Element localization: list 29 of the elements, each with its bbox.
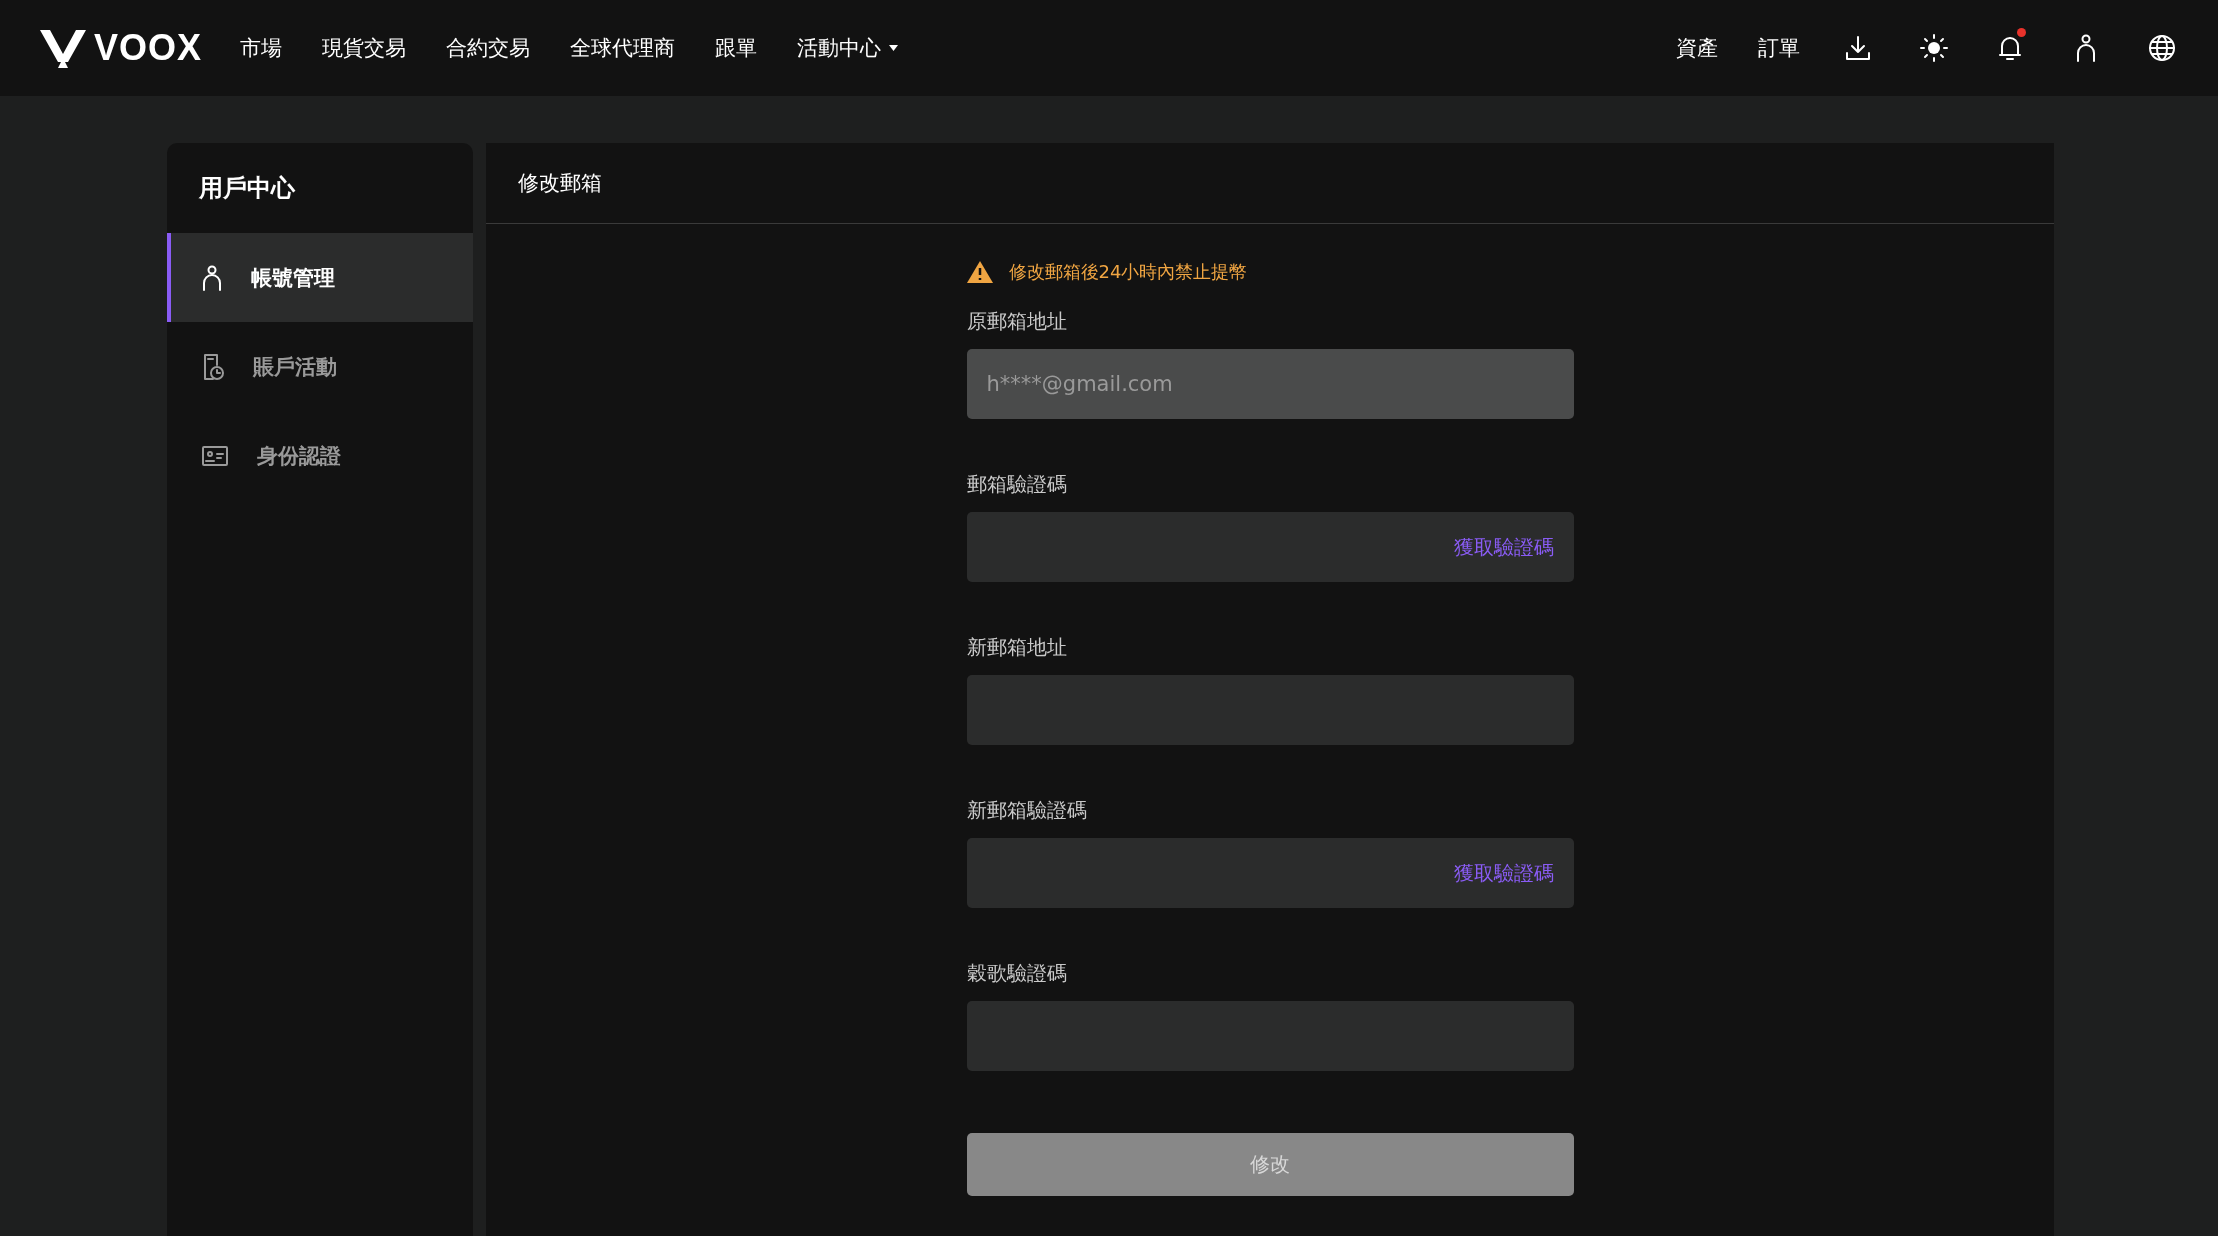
document-clock-icon <box>201 352 225 381</box>
field-label: 原郵箱地址 <box>966 308 1068 335</box>
sidebar-title: 用戶中心 <box>198 173 296 204</box>
input-field[interactable] <box>966 675 1574 745</box>
nav-link[interactable]: 資產 <box>1676 34 1718 62</box>
logo-icon <box>40 28 86 68</box>
input-field[interactable] <box>966 838 1574 908</box>
field-label: 郵箱驗證碼 <box>966 471 1068 498</box>
nav-link[interactable]: 全球代理商 <box>570 34 676 62</box>
person-icon <box>201 264 223 291</box>
nav-link[interactable]: 合約交易 <box>446 34 531 62</box>
sidebar-item[interactable]: 帳號管理 <box>167 233 473 322</box>
nav-link[interactable]: 訂單 <box>1758 34 1800 62</box>
logo[interactable]: VOOX <box>94 27 203 69</box>
input-field[interactable] <box>966 1001 1574 1071</box>
field-label: 穀歌驗證碼 <box>966 960 1068 987</box>
nav-link[interactable]: 跟單 <box>715 34 758 62</box>
sidebar-item[interactable]: 身份認證 <box>167 411 473 500</box>
input-field[interactable] <box>966 512 1574 582</box>
nav-link[interactable]: 現貨交易 <box>322 34 407 62</box>
warning-icon <box>966 261 993 283</box>
field-label: 新郵箱地址 <box>966 634 1068 661</box>
warning-text: 修改郵箱後24小時內禁止提幣 <box>1008 260 1248 284</box>
nav-link[interactable]: 市場 <box>240 34 283 62</box>
sidebar-item[interactable]: 賬戶活動 <box>167 322 473 411</box>
panel-title: 修改郵箱 <box>486 143 2054 224</box>
field-label: 新郵箱驗證碼 <box>966 797 1088 824</box>
id-card-icon <box>201 444 229 467</box>
nav-link[interactable]: 活動中心 <box>797 34 899 62</box>
